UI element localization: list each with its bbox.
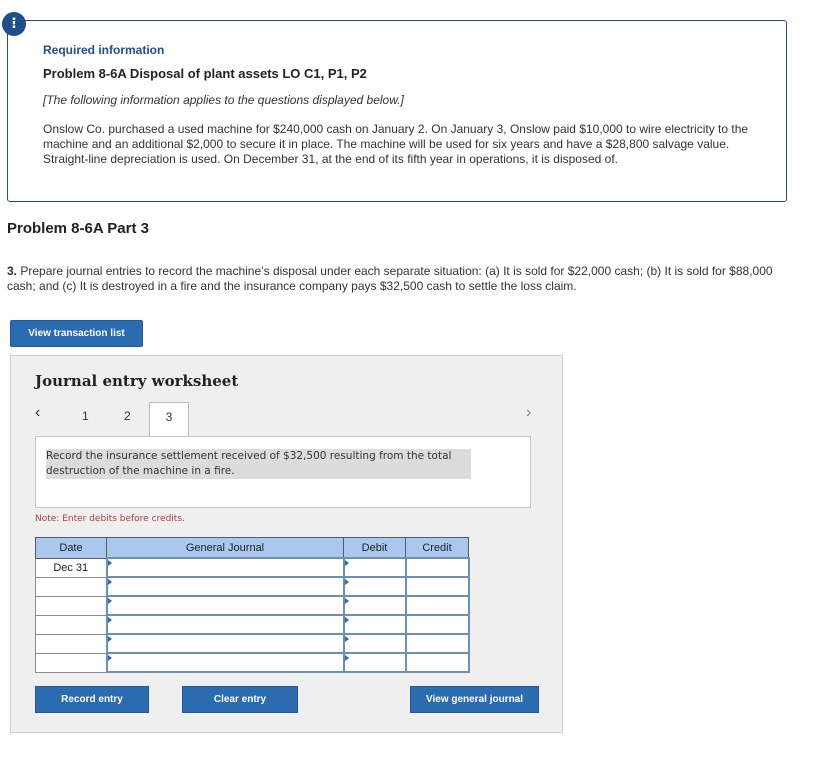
debit-input[interactable] (342, 652, 407, 673)
table-row (35, 633, 470, 654)
table-row (35, 652, 470, 673)
question-body: Prepare journal entries to record the ma… (7, 264, 773, 293)
journal-table: Date General Journal Debit Credit Dec 31 (35, 537, 470, 673)
account-input[interactable] (105, 652, 345, 673)
problem-note: [The following information applies to th… (43, 93, 404, 107)
instruction-box: Record the insurance settlement received… (35, 436, 531, 508)
required-information-label: Required information (43, 43, 165, 57)
credit-input[interactable] (404, 614, 470, 635)
account-input[interactable] (105, 614, 345, 635)
dropdown-marker-icon (344, 617, 349, 623)
record-entry-button[interactable]: Record entry (35, 686, 149, 713)
credit-input[interactable] (404, 576, 470, 597)
dropdown-marker-icon (107, 655, 112, 661)
table-row (35, 595, 470, 616)
dropdown-marker-icon (107, 598, 112, 604)
credit-input[interactable] (404, 595, 470, 616)
debit-input[interactable] (342, 595, 407, 616)
tab-1[interactable]: 1 (82, 409, 89, 423)
dropdown-marker-icon (344, 560, 349, 566)
table-row (35, 614, 470, 635)
dropdown-marker-icon (344, 655, 349, 661)
required-information-panel: Required information Problem 8-6A Dispos… (7, 20, 787, 202)
debit-input[interactable] (342, 633, 407, 654)
credit-input[interactable] (404, 633, 470, 654)
table-row (35, 576, 470, 597)
debit-input[interactable] (342, 614, 407, 635)
date-cell[interactable]: Dec 31 (35, 557, 107, 578)
view-transaction-list-button[interactable]: View transaction list (10, 320, 143, 347)
worksheet-title: Journal entry worksheet (35, 372, 239, 390)
debit-input[interactable] (342, 576, 407, 597)
journal-entry-worksheet: Journal entry worksheet ‹ 1 2 3 › Record… (10, 355, 563, 733)
date-cell-value: Dec 31 (53, 561, 89, 574)
chevron-left-icon[interactable]: ‹ (35, 404, 40, 422)
tab-2[interactable]: 2 (124, 409, 131, 423)
question-number: 3. (7, 264, 18, 278)
table-row: Dec 31 (35, 557, 470, 578)
header-debit: Debit (343, 537, 406, 559)
dropdown-marker-icon (344, 579, 349, 585)
header-credit: Credit (405, 537, 469, 559)
date-cell[interactable] (35, 614, 107, 635)
dropdown-marker-icon (107, 617, 112, 623)
dropdown-marker-icon (344, 636, 349, 642)
view-general-journal-button[interactable]: View general journal (410, 686, 539, 713)
date-cell[interactable] (35, 576, 107, 597)
date-cell[interactable] (35, 652, 107, 673)
part-title: Problem 8-6A Part 3 (7, 220, 149, 237)
debit-input[interactable] (342, 557, 407, 578)
problem-title: Problem 8-6A Disposal of plant assets LO… (43, 66, 367, 81)
dropdown-marker-icon (107, 560, 112, 566)
debit-credit-note: Note: Enter debits before credits. (35, 514, 185, 524)
dropdown-marker-icon (107, 579, 112, 585)
date-cell[interactable] (35, 595, 107, 616)
account-input[interactable] (105, 595, 345, 616)
dropdown-marker-icon (344, 598, 349, 604)
account-input[interactable] (105, 557, 345, 578)
question-text: 3. Prepare journal entries to record the… (7, 264, 797, 294)
account-input[interactable] (105, 576, 345, 597)
header-date: Date (35, 537, 107, 559)
problem-body: Onslow Co. purchased a used machine for … (43, 122, 749, 166)
tab-3-active[interactable]: 3 (149, 402, 189, 436)
instruction-text: Record the insurance settlement received… (46, 449, 471, 479)
date-cell[interactable] (35, 633, 107, 654)
account-input[interactable] (105, 633, 345, 654)
clear-entry-button[interactable]: Clear entry (182, 686, 298, 713)
dropdown-marker-icon (107, 636, 112, 642)
credit-input[interactable] (404, 652, 470, 673)
header-general-journal: General Journal (106, 537, 344, 559)
chevron-right-icon[interactable]: › (526, 404, 531, 422)
credit-input[interactable] (404, 557, 470, 578)
